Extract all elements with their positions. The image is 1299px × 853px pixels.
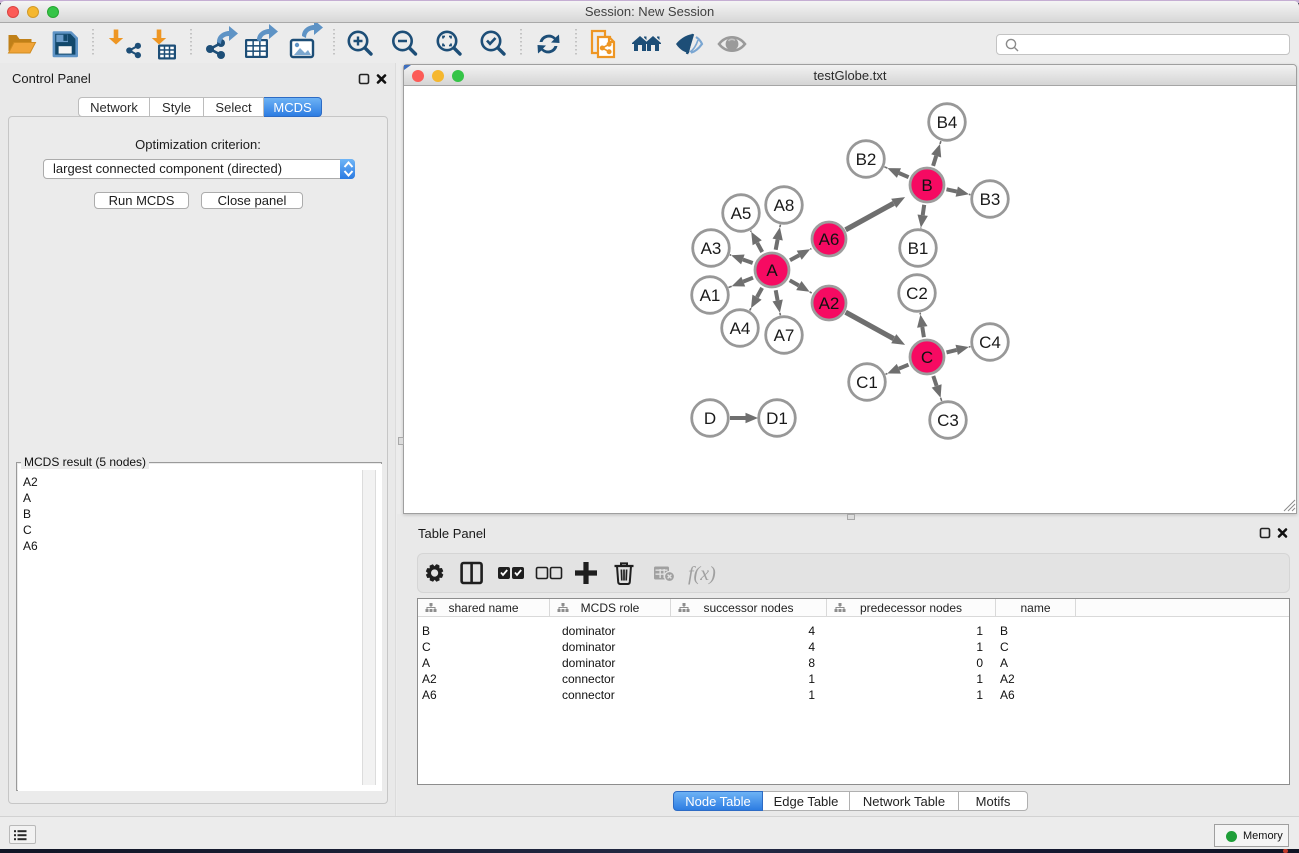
svg-text:C1: C1 bbox=[856, 373, 878, 392]
svg-text:C: C bbox=[921, 348, 933, 367]
svg-text:A8: A8 bbox=[774, 196, 795, 215]
svg-text:A6: A6 bbox=[819, 230, 840, 249]
svg-text:A3: A3 bbox=[701, 239, 722, 258]
svg-text:C2: C2 bbox=[906, 284, 928, 303]
svg-text:B2: B2 bbox=[856, 150, 877, 169]
svg-text:A4: A4 bbox=[730, 319, 751, 338]
svg-text:B3: B3 bbox=[980, 190, 1001, 209]
svg-text:f(x): f(x) bbox=[688, 563, 716, 585]
svg-text:A: A bbox=[766, 261, 778, 280]
svg-text:B4: B4 bbox=[937, 113, 958, 132]
svg-text:D: D bbox=[704, 409, 716, 428]
svg-text:A5: A5 bbox=[731, 204, 752, 223]
svg-text:C3: C3 bbox=[937, 411, 959, 430]
svg-text:A7: A7 bbox=[774, 326, 795, 345]
svg-text:A2: A2 bbox=[819, 294, 840, 313]
svg-text:B1: B1 bbox=[908, 239, 929, 258]
svg-text:C4: C4 bbox=[979, 333, 1001, 352]
svg-text:A1: A1 bbox=[700, 286, 721, 305]
svg-text:B: B bbox=[921, 176, 932, 195]
svg-text:D1: D1 bbox=[766, 409, 788, 428]
